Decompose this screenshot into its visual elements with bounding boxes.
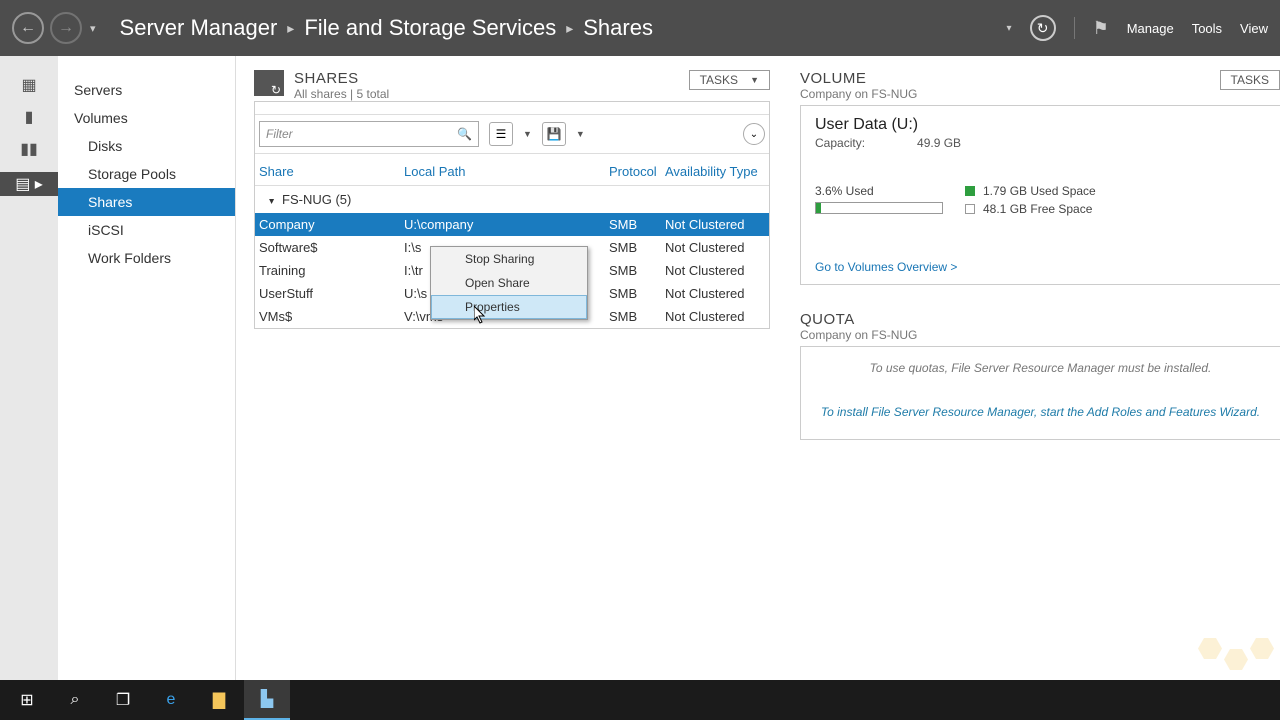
context-menu: Stop Sharing Open Share Properties [430, 246, 588, 320]
watermark [1198, 638, 1274, 670]
back-button[interactable]: ← [12, 12, 44, 44]
col-availability[interactable]: Availability Type [665, 164, 769, 179]
breadcrumb-page[interactable]: Shares [583, 15, 653, 41]
quota-install-link[interactable]: To install File Server Resource Manager,… [801, 405, 1280, 439]
sidebar-item-storage-pools[interactable]: Storage Pools [58, 160, 235, 188]
tasks-label: TASKS [700, 73, 738, 87]
capacity-label: Capacity: [815, 136, 865, 150]
volume-name: User Data (U:) [815, 116, 1266, 134]
task-view-button[interactable]: ❐ [100, 680, 146, 720]
used-percent: 3.6% Used [815, 184, 965, 198]
titlebar: ← → ▾ Server Manager ▸ File and Storage … [0, 0, 1280, 56]
cell-share: VMs$ [259, 309, 404, 324]
cell-path: U:\company [404, 217, 609, 232]
quota-message: To use quotas, File Server Resource Mana… [801, 347, 1280, 405]
shares-subtitle: All shares | 5 total [294, 87, 389, 101]
view-menu[interactable]: View [1240, 21, 1268, 36]
refresh-button[interactable]: ↻ [1030, 15, 1056, 41]
cell-proto: SMB [609, 309, 665, 324]
dropdown-icon[interactable]: ▾ [1007, 23, 1012, 34]
divider [1074, 17, 1075, 39]
tasks-label: TASKS [1231, 73, 1269, 87]
free-swatch [965, 204, 975, 214]
sidebar-item-shares[interactable]: Shares [58, 188, 235, 216]
taskbar: ⊞ ⌕ ❐ e ▇ ▙ [0, 680, 1280, 720]
free-space: 48.1 GB Free Space [983, 202, 1092, 216]
volume-subtitle: Company on FS-NUG [800, 87, 917, 101]
expand-button[interactable]: ⌄ [743, 123, 765, 145]
sidebar-item-volumes[interactable]: Volumes [58, 104, 235, 132]
shares-title: SHARES [294, 70, 389, 87]
explorer-icon[interactable]: ▇ [196, 680, 242, 720]
chevron-icon: ▸ [287, 20, 294, 37]
sidebar-item-servers[interactable]: Servers [58, 76, 235, 104]
server-manager-icon[interactable]: ▙ [244, 680, 290, 720]
col-protocol[interactable]: Protocol [609, 164, 665, 179]
cell-avail: Not Clustered [665, 309, 769, 324]
cell-share: Software$ [259, 240, 404, 255]
file-storage-icon[interactable]: ▤ ▸ [0, 172, 58, 196]
usage-bar [815, 202, 943, 214]
quota-title: QUOTA [800, 311, 1280, 328]
sidebar: Servers Volumes Disks Storage Pools Shar… [58, 56, 236, 680]
group-row[interactable]: ▸FS-NUG (5) [255, 186, 769, 213]
local-server-icon[interactable]: ▮ [18, 108, 40, 126]
cell-share: UserStuff [259, 286, 404, 301]
notifications-flag-icon[interactable]: ⚑ [1093, 18, 1109, 39]
cell-share: Training [259, 263, 404, 278]
volume-title: VOLUME [800, 70, 917, 87]
cell-proto: SMB [609, 263, 665, 278]
col-path[interactable]: Local Path [404, 164, 609, 179]
start-button[interactable]: ⊞ [4, 680, 50, 720]
nav-rail: ▦ ▮ ▮▮ ▤ ▸ [0, 56, 58, 680]
save-query-button[interactable]: 💾 [542, 122, 566, 146]
all-servers-icon[interactable]: ▮▮ [18, 140, 40, 158]
shares-panel-icon [254, 70, 284, 96]
filter-placeholder: Filter [266, 127, 293, 141]
used-swatch [965, 186, 975, 196]
group-label: FS-NUG (5) [282, 192, 351, 207]
search-button[interactable]: ⌕ [52, 680, 98, 720]
table-row[interactable]: Company U:\company SMB Not Clustered [255, 213, 769, 236]
chevron-icon: ▸ [566, 20, 573, 37]
cell-share: Company [259, 217, 404, 232]
cell-avail: Not Clustered [665, 263, 769, 278]
ie-icon[interactable]: e [148, 680, 194, 720]
volume-tasks-button[interactable]: TASKS [1220, 70, 1280, 90]
cell-avail: Not Clustered [665, 240, 769, 255]
breadcrumb-app[interactable]: Server Manager [120, 15, 278, 41]
shares-tasks-button[interactable]: TASKS▼ [689, 70, 770, 90]
sidebar-item-iscsi[interactable]: iSCSI [58, 216, 235, 244]
quota-subtitle: Company on FS-NUG [800, 328, 1280, 342]
cell-proto: SMB [609, 240, 665, 255]
tools-menu[interactable]: Tools [1192, 21, 1222, 36]
ctx-stop-sharing[interactable]: Stop Sharing [431, 247, 587, 271]
cell-avail: Not Clustered [665, 286, 769, 301]
capacity-value: 49.9 GB [917, 136, 961, 150]
search-icon[interactable]: 🔍 [457, 127, 472, 141]
sidebar-item-disks[interactable]: Disks [58, 132, 235, 160]
cell-avail: Not Clustered [665, 217, 769, 232]
breadcrumb: Server Manager ▸ File and Storage Servic… [120, 15, 1007, 41]
cell-proto: SMB [609, 286, 665, 301]
history-drop-icon[interactable]: ▾ [90, 22, 96, 35]
cell-proto: SMB [609, 217, 665, 232]
ctx-open-share[interactable]: Open Share [431, 271, 587, 295]
breadcrumb-section[interactable]: File and Storage Services [304, 15, 556, 41]
dashboard-icon[interactable]: ▦ [18, 76, 40, 94]
used-space: 1.79 GB Used Space [983, 184, 1096, 198]
forward-button[interactable]: → [50, 12, 82, 44]
view-options-button[interactable]: ☰ [489, 122, 513, 146]
ctx-properties[interactable]: Properties [431, 295, 587, 319]
filter-input[interactable]: Filter 🔍 [259, 121, 479, 147]
manage-menu[interactable]: Manage [1127, 21, 1174, 36]
volumes-overview-link[interactable]: Go to Volumes Overview > [815, 260, 1266, 274]
col-share[interactable]: Share [259, 164, 404, 179]
sidebar-item-work-folders[interactable]: Work Folders [58, 244, 235, 272]
